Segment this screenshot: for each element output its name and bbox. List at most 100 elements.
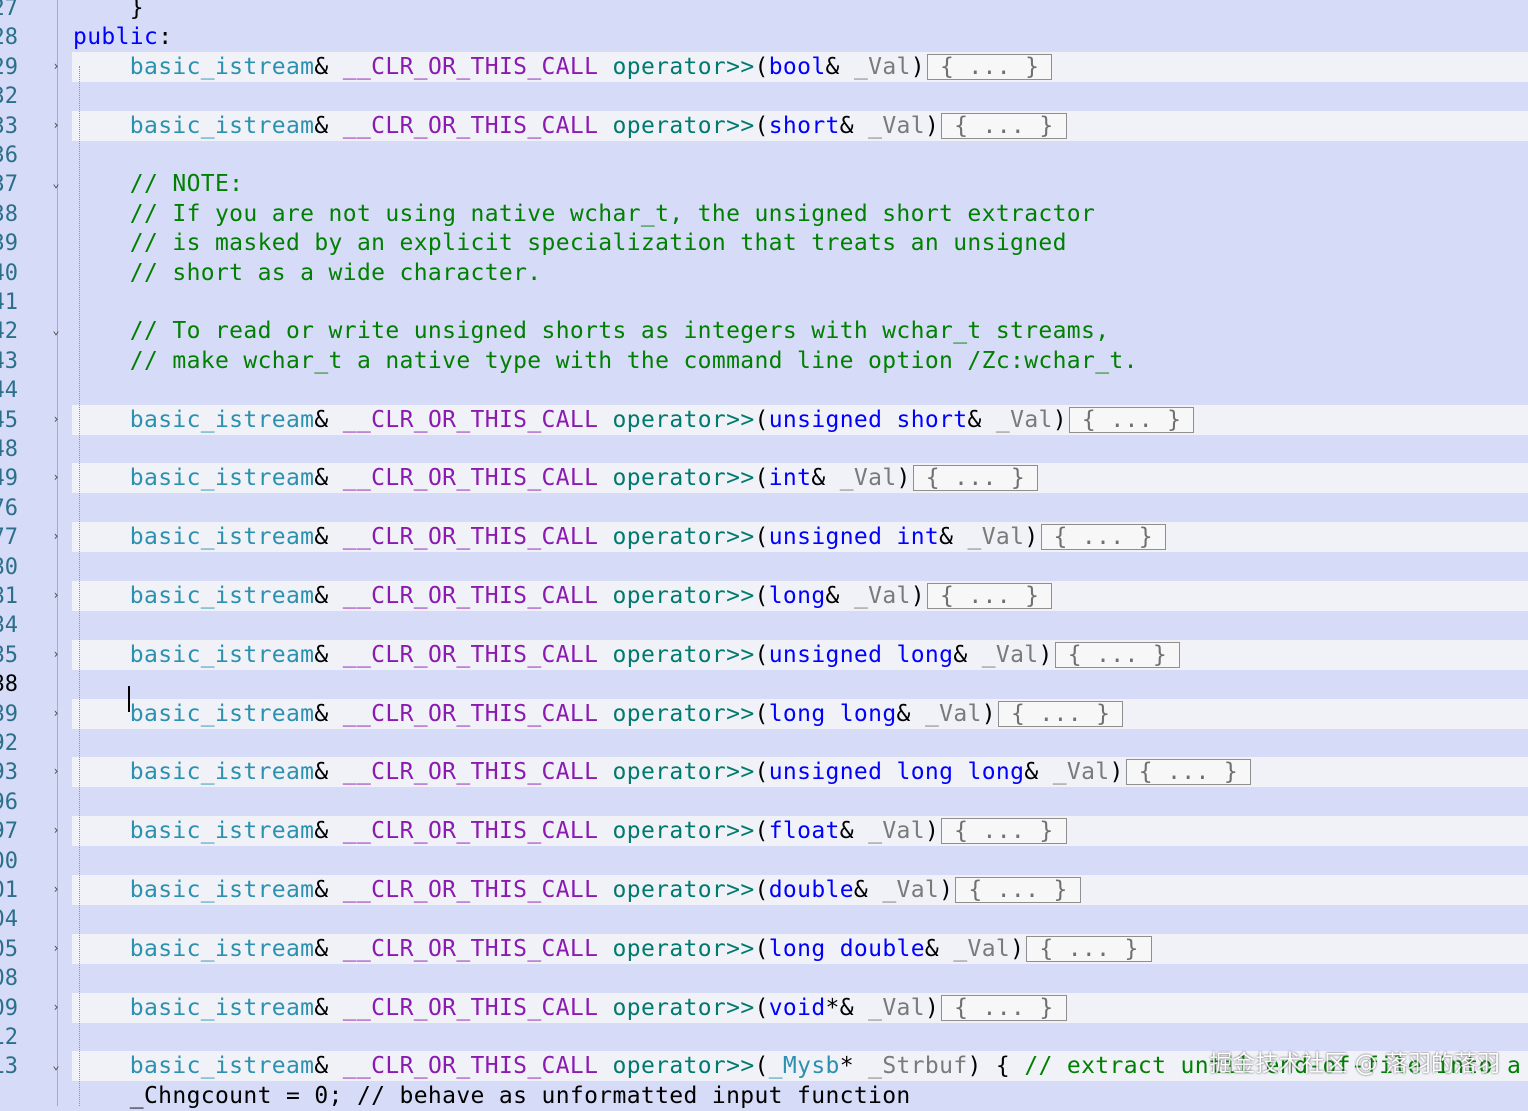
text-caret [128, 686, 130, 712]
code-line[interactable]: 39 // is masked by an explicit specializ… [0, 228, 1528, 258]
collapsed-block[interactable]: { ... } [941, 994, 1067, 1021]
expand-chevron-icon[interactable]: › [50, 1001, 62, 1013]
macro: __CLR_OR_THIS_CALL [342, 112, 599, 139]
punctuation: ) [924, 994, 940, 1021]
expand-chevron-icon[interactable]: › [50, 824, 62, 836]
code-line[interactable]: 77› basic_istream& __CLR_OR_THIS_CALL op… [0, 522, 1528, 553]
punctuation: * [839, 1053, 869, 1080]
line-number: 96 [0, 789, 18, 815]
code-line[interactable]: 88 [0, 669, 1528, 699]
code-line[interactable]: 44 [0, 375, 1528, 405]
collapsed-block[interactable]: { ... } [997, 700, 1124, 727]
code-line[interactable]: 08 [0, 963, 1528, 993]
param-type: int [768, 465, 812, 492]
code-line[interactable]: 76 [0, 493, 1528, 523]
code-line[interactable]: 93› basic_istream& __CLR_OR_THIS_CALL op… [0, 757, 1528, 788]
punctuation: & [314, 935, 343, 962]
expand-chevron-icon[interactable]: › [50, 471, 62, 483]
code-line[interactable]: 33› basic_istream& __CLR_OR_THIS_CALL op… [0, 110, 1528, 141]
collapse-chevron-icon[interactable]: ⌄ [50, 1059, 62, 1071]
watermark: 掘金技术社区 @ 落羽的落羽 [1209, 1051, 1500, 1077]
code-line[interactable]: 01› basic_istream& __CLR_OR_THIS_CALL op… [0, 875, 1528, 905]
line-number: 05 [0, 936, 18, 962]
code-line[interactable]: 81› basic_istream& __CLR_OR_THIS_CALL op… [0, 581, 1528, 611]
punctuation: & [314, 524, 343, 551]
collapsed-block[interactable]: { ... } [1026, 935, 1152, 962]
punctuation: * [825, 994, 840, 1021]
expand-chevron-icon[interactable]: › [50, 942, 62, 954]
code-line[interactable]: 37 ⌄ // NOTE: [0, 169, 1528, 199]
collapse-chevron-icon[interactable]: ⌄ [50, 177, 62, 189]
line-number: 89 [0, 701, 18, 727]
collapsed-block[interactable]: { ... } [912, 465, 1039, 492]
return-type: basic_istream [129, 112, 315, 139]
expand-chevron-icon[interactable]: › [50, 648, 62, 660]
code-editor[interactable]: 27 }28public:29› basic_istream& __CLR_OR… [0, 0, 1528, 1109]
code-line[interactable]: 28 public: [0, 22, 1528, 52]
collapsed-block[interactable]: { ... } [955, 877, 1081, 903]
line-number: 81 [0, 584, 18, 609]
collapsed-block[interactable]: { ... } [1054, 641, 1181, 668]
code-line[interactable]: 04 [0, 904, 1528, 934]
code-line[interactable]: 36 [0, 140, 1528, 170]
macro: __CLR_OR_THIS_CALL [342, 994, 599, 1021]
punctuation: ( [754, 935, 769, 962]
collapsed-block[interactable]: { ... } [1040, 524, 1166, 551]
code-line[interactable]: 85› basic_istream& __CLR_OR_THIS_CALL op… [0, 639, 1528, 670]
code-line[interactable]: 49› basic_istream& __CLR_OR_THIS_CALL op… [0, 463, 1528, 494]
punctuation: ) [981, 700, 996, 727]
param-type: long [967, 759, 1025, 786]
expand-chevron-icon[interactable]: › [50, 765, 62, 777]
code-line[interactable]: 45› basic_istream& __CLR_OR_THIS_CALL op… [0, 404, 1528, 435]
param-type: long [768, 583, 826, 609]
collapsed-block[interactable]: { ... } [941, 818, 1067, 845]
code-line[interactable]: 27 } [0, 0, 1528, 23]
expand-chevron-icon[interactable]: › [50, 883, 62, 895]
code-line[interactable]: 43 // make wchar_t a native type with th… [0, 346, 1528, 376]
collapse-chevron-icon[interactable]: ⌄ [50, 324, 62, 336]
param-name: _Val [853, 583, 911, 609]
expand-chevron-icon[interactable]: › [50, 530, 62, 542]
expand-chevron-icon[interactable]: › [50, 60, 62, 72]
operator-name: operator>> [612, 759, 755, 786]
code-line[interactable]: 48 [0, 434, 1528, 464]
code-line[interactable]: 84 [0, 610, 1528, 640]
collapsed-block[interactable]: { ... } [1068, 406, 1195, 433]
code-line[interactable]: 38 // If you are not using native wchar_… [0, 199, 1528, 229]
code-line[interactable]: 97› basic_istream& __CLR_OR_THIS_CALL op… [0, 816, 1528, 847]
punctuation: & [825, 53, 854, 80]
code-line[interactable]: 00 [0, 846, 1528, 876]
code-line[interactable]: 96 [0, 787, 1528, 817]
code-line[interactable]: _Chngcount = 0; // behave as unformatted… [0, 1081, 1528, 1111]
collapsed-block[interactable]: { ... } [926, 583, 1053, 609]
collapsed-block[interactable]: { ... } [1125, 759, 1252, 786]
param-type: long [768, 700, 826, 727]
collapsed-block[interactable]: { ... } [941, 112, 1067, 139]
code-line[interactable]: 42 ⌄ // To read or write unsigned shorts … [0, 316, 1528, 346]
code-text: basic_istream& __CLR_OR_THIS_CALL operat… [73, 994, 1067, 1021]
expand-chevron-icon[interactable]: › [50, 413, 62, 425]
punctuation: & [314, 583, 343, 609]
expand-chevron-icon[interactable]: › [50, 119, 62, 131]
operator-name: operator>> [612, 1053, 755, 1080]
punctuation: ) [1038, 641, 1053, 668]
expand-chevron-icon[interactable]: › [50, 707, 62, 719]
code-line[interactable]: 89› basic_istream& __CLR_OR_THIS_CALL op… [0, 698, 1528, 729]
param-name: _Val [981, 641, 1039, 668]
code-line[interactable]: 09› basic_istream& __CLR_OR_THIS_CALL op… [0, 992, 1528, 1023]
param-type: double [839, 935, 925, 962]
expand-chevron-icon[interactable]: › [50, 589, 62, 601]
code-line[interactable]: 40 // short as a wide character. [0, 258, 1528, 288]
code-line[interactable]: 05› basic_istream& __CLR_OR_THIS_CALL op… [0, 933, 1528, 964]
code-line[interactable]: 32 [0, 81, 1528, 111]
code-line[interactable]: 92 [0, 728, 1528, 758]
code-line[interactable]: 41 [0, 287, 1528, 317]
collapsed-block[interactable]: { ... } [926, 53, 1053, 80]
punctuation: ( [754, 465, 769, 492]
code-line[interactable]: 80 [0, 552, 1528, 582]
code-line[interactable]: 29› basic_istream& __CLR_OR_THIS_CALL op… [0, 51, 1528, 82]
